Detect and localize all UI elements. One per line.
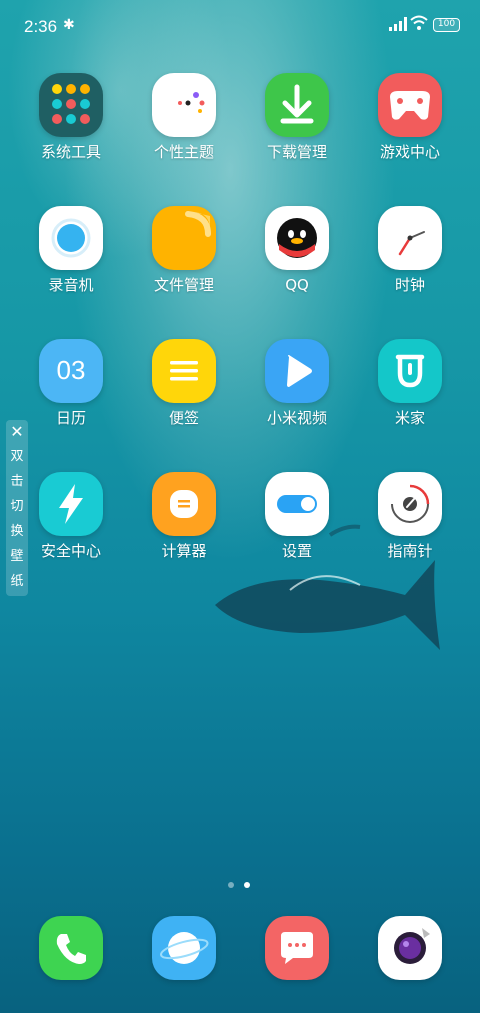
signal-icon: [389, 17, 407, 31]
system-tools-folder-icon: [39, 73, 103, 137]
dock-phone[interactable]: [21, 916, 121, 980]
calendar-date: 03: [56, 355, 86, 385]
app-mi-video[interactable]: 小米视频: [247, 339, 347, 427]
app-label: 设置: [281, 542, 312, 560]
status-bar: 2:36 ✱ 100: [0, 0, 480, 52]
theme-icon: [152, 73, 216, 137]
side-tab-char: 双: [10, 449, 24, 464]
app-label: 米家: [394, 409, 425, 427]
app-label: 录音机: [48, 276, 94, 294]
qq-penguin-icon: [265, 206, 329, 270]
app-label: 指南针: [387, 542, 433, 560]
app-label: 游戏中心: [379, 143, 440, 161]
download-icon: [265, 73, 329, 137]
app-notes[interactable]: 便签: [134, 339, 234, 427]
calendar-icon: 03: [39, 339, 103, 403]
dock-camera[interactable]: [360, 916, 460, 980]
dock-messages[interactable]: [247, 916, 347, 980]
page-dot[interactable]: [228, 882, 234, 888]
camera-icon: [378, 916, 442, 980]
status-time: 2:36: [24, 17, 58, 36]
app-label: 小米视频: [266, 409, 327, 427]
app-calculator[interactable]: 计算器: [134, 472, 234, 560]
app-label: 安全中心: [40, 542, 101, 560]
app-system-tools[interactable]: 系统工具: [21, 73, 121, 161]
wifi-icon: [410, 15, 428, 30]
app-recorder[interactable]: 录音机: [21, 206, 121, 294]
app-game-center[interactable]: 游戏中心: [360, 73, 460, 161]
page-dot-active[interactable]: [244, 882, 250, 888]
app-themes[interactable]: 个性主题: [134, 73, 234, 161]
app-label: 计算器: [161, 542, 207, 560]
app-calendar[interactable]: 03 日历: [21, 339, 121, 427]
app-mijia[interactable]: 米家: [360, 339, 460, 427]
app-downloads[interactable]: 下载管理: [247, 73, 347, 161]
security-bolt-icon: [39, 472, 103, 536]
compass-icon: [378, 472, 442, 536]
recorder-icon: [39, 206, 103, 270]
app-label: 文件管理: [153, 276, 214, 294]
mijia-icon: [378, 339, 442, 403]
notes-icon: [152, 339, 216, 403]
app-label: 便签: [168, 409, 199, 427]
page-indicator[interactable]: [228, 873, 260, 892]
app-qq[interactable]: QQ: [247, 206, 347, 294]
app-settings[interactable]: 设置: [247, 472, 347, 560]
app-label: QQ: [285, 276, 309, 294]
app-security-center[interactable]: 安全中心: [21, 472, 121, 560]
clock-icon: [378, 206, 442, 270]
bluetooth-icon: ✱: [63, 17, 75, 33]
app-compass[interactable]: 指南针: [360, 472, 460, 560]
browser-icon: [152, 916, 216, 980]
app-clock[interactable]: 时钟: [360, 206, 460, 294]
side-tab-char: 纸: [10, 574, 24, 589]
app-label: 个性主题: [153, 143, 214, 161]
settings-toggle-icon: [265, 472, 329, 536]
phone-icon: [39, 916, 103, 980]
app-label: 系统工具: [40, 143, 101, 161]
calculator-icon: [152, 472, 216, 536]
gamepad-icon: [378, 73, 442, 137]
battery-icon: 100: [433, 18, 460, 32]
file-manager-icon: [152, 206, 216, 270]
app-label: 下载管理: [266, 143, 327, 161]
app-file-manager[interactable]: 文件管理: [134, 206, 234, 294]
app-label: 日历: [55, 409, 86, 427]
messages-icon: [265, 916, 329, 980]
app-label: 时钟: [394, 276, 425, 294]
video-play-icon: [265, 339, 329, 403]
dock-browser[interactable]: [134, 916, 234, 980]
